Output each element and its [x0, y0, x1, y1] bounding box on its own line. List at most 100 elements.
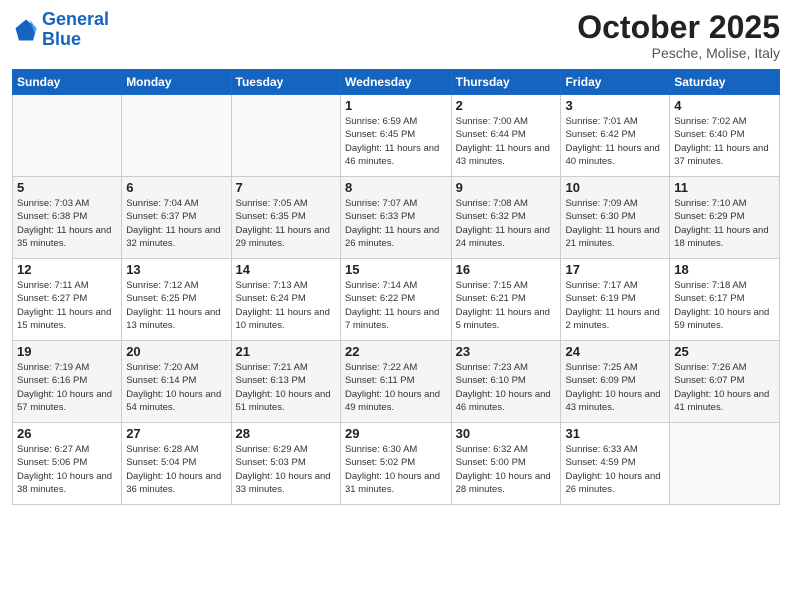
day-number: 21: [236, 344, 336, 359]
weekday-header: Tuesday: [231, 70, 340, 95]
weekday-header: Saturday: [670, 70, 780, 95]
day-info: Sunrise: 7:14 AM Sunset: 6:22 PM Dayligh…: [345, 279, 447, 332]
calendar-day-cell: 10 Sunrise: 7:09 AM Sunset: 6:30 PM Dayli…: [561, 177, 670, 259]
day-info: Sunrise: 7:17 AM Sunset: 6:19 PM Dayligh…: [565, 279, 665, 332]
calendar-day-cell: 4Sunrise: 7:02 AM Sunset: 6:40 PM Daylig…: [670, 95, 780, 177]
calendar-day-cell: 8 Sunrise: 7:07 AM Sunset: 6:33 PM Daylig…: [340, 177, 451, 259]
calendar-week-row: 26 Sunrise: 6:27 AM Sunset: 5:06 PM Dayli…: [13, 423, 780, 505]
day-info: Sunrise: 7:15 AM Sunset: 6:21 PM Dayligh…: [456, 279, 557, 332]
day-number: 8: [345, 180, 447, 195]
calendar-day-cell: 12 Sunrise: 7:11 AM Sunset: 6:27 PM Dayli…: [13, 259, 122, 341]
day-info: Sunrise: 7:13 AM Sunset: 6:24 PM Dayligh…: [236, 279, 336, 332]
day-info: Sunrise: 7:11 AM Sunset: 6:27 PM Dayligh…: [17, 279, 117, 332]
calendar-day-cell: 5 Sunrise: 7:03 AM Sunset: 6:38 PM Daylig…: [13, 177, 122, 259]
day-info: Sunrise: 7:22 AM Sunset: 6:11 PM Dayligh…: [345, 361, 447, 414]
calendar-day-cell: 31Sunrise: 6:33 AM Sunset: 4:59 PM Dayli…: [561, 423, 670, 505]
calendar-table: SundayMondayTuesdayWednesdayThursdayFrid…: [12, 69, 780, 505]
day-number: 27: [126, 426, 226, 441]
month-title: October 2025: [577, 10, 780, 45]
day-number: 29: [345, 426, 447, 441]
day-number: 22: [345, 344, 447, 359]
day-info: Sunrise: 7:21 AM Sunset: 6:13 PM Dayligh…: [236, 361, 336, 414]
calendar-day-cell: 3Sunrise: 7:01 AM Sunset: 6:42 PM Daylig…: [561, 95, 670, 177]
day-number: 5: [17, 180, 117, 195]
weekday-header: Sunday: [13, 70, 122, 95]
day-number: 19: [17, 344, 117, 359]
day-number: 11: [674, 180, 775, 195]
calendar-day-cell: 9 Sunrise: 7:08 AM Sunset: 6:32 PM Daylig…: [451, 177, 561, 259]
day-number: 18: [674, 262, 775, 277]
day-number: 24: [565, 344, 665, 359]
calendar-day-cell: 22 Sunrise: 7:22 AM Sunset: 6:11 PM Dayli…: [340, 341, 451, 423]
calendar-day-cell: 24 Sunrise: 7:25 AM Sunset: 6:09 PM Dayli…: [561, 341, 670, 423]
day-info: Sunrise: 7:20 AM Sunset: 6:14 PM Dayligh…: [126, 361, 226, 414]
calendar-day-cell: 30Sunrise: 6:32 AM Sunset: 5:00 PM Dayli…: [451, 423, 561, 505]
calendar-day-cell: 29 Sunrise: 6:30 AM Sunset: 5:02 PM Dayli…: [340, 423, 451, 505]
calendar-day-cell: 28 Sunrise: 6:29 AM Sunset: 5:03 PM Dayli…: [231, 423, 340, 505]
calendar-week-row: 12 Sunrise: 7:11 AM Sunset: 6:27 PM Dayli…: [13, 259, 780, 341]
day-info: Sunrise: 6:33 AM Sunset: 4:59 PM Dayligh…: [565, 443, 665, 496]
day-number: 2: [456, 98, 557, 113]
day-info: Sunrise: 6:59 AM Sunset: 6:45 PM Dayligh…: [345, 115, 447, 168]
calendar-day-cell: 13 Sunrise: 7:12 AM Sunset: 6:25 PM Dayli…: [122, 259, 231, 341]
day-info: Sunrise: 7:09 AM Sunset: 6:30 PM Dayligh…: [565, 197, 665, 250]
header: General Blue October 2025 Pesche, Molise…: [12, 10, 780, 61]
weekday-header: Wednesday: [340, 70, 451, 95]
calendar-day-cell: 27 Sunrise: 6:28 AM Sunset: 5:04 PM Dayli…: [122, 423, 231, 505]
calendar-day-cell: 16 Sunrise: 7:15 AM Sunset: 6:21 PM Dayli…: [451, 259, 561, 341]
day-info: Sunrise: 6:27 AM Sunset: 5:06 PM Dayligh…: [17, 443, 117, 496]
calendar-day-cell: 14 Sunrise: 7:13 AM Sunset: 6:24 PM Dayli…: [231, 259, 340, 341]
calendar-week-row: 1Sunrise: 6:59 AM Sunset: 6:45 PM Daylig…: [13, 95, 780, 177]
day-number: 10: [565, 180, 665, 195]
day-number: 17: [565, 262, 665, 277]
day-info: Sunrise: 6:30 AM Sunset: 5:02 PM Dayligh…: [345, 443, 447, 496]
logo: General Blue: [12, 10, 109, 50]
day-info: Sunrise: 7:25 AM Sunset: 6:09 PM Dayligh…: [565, 361, 665, 414]
day-number: 9: [456, 180, 557, 195]
calendar-day-cell: 6Sunrise: 7:04 AM Sunset: 6:37 PM Daylig…: [122, 177, 231, 259]
day-info: Sunrise: 7:05 AM Sunset: 6:35 PM Dayligh…: [236, 197, 336, 250]
weekday-header: Thursday: [451, 70, 561, 95]
day-info: Sunrise: 7:03 AM Sunset: 6:38 PM Dayligh…: [17, 197, 117, 250]
day-number: 28: [236, 426, 336, 441]
calendar-day-cell: 26 Sunrise: 6:27 AM Sunset: 5:06 PM Dayli…: [13, 423, 122, 505]
day-info: Sunrise: 6:32 AM Sunset: 5:00 PM Dayligh…: [456, 443, 557, 496]
calendar-day-cell: 19Sunrise: 7:19 AM Sunset: 6:16 PM Dayli…: [13, 341, 122, 423]
logo-icon: [12, 16, 40, 44]
day-info: Sunrise: 7:12 AM Sunset: 6:25 PM Dayligh…: [126, 279, 226, 332]
day-number: 20: [126, 344, 226, 359]
location-subtitle: Pesche, Molise, Italy: [577, 45, 780, 61]
day-info: Sunrise: 7:07 AM Sunset: 6:33 PM Dayligh…: [345, 197, 447, 250]
day-number: 7: [236, 180, 336, 195]
day-number: 13: [126, 262, 226, 277]
day-number: 12: [17, 262, 117, 277]
logo-text: General Blue: [42, 10, 109, 50]
weekday-header-row: SundayMondayTuesdayWednesdayThursdayFrid…: [13, 70, 780, 95]
weekday-header: Monday: [122, 70, 231, 95]
day-number: 25: [674, 344, 775, 359]
day-number: 15: [345, 262, 447, 277]
day-number: 14: [236, 262, 336, 277]
day-number: 26: [17, 426, 117, 441]
day-number: 4: [674, 98, 775, 113]
day-number: 16: [456, 262, 557, 277]
calendar-day-cell: 25 Sunrise: 7:26 AM Sunset: 6:07 PM Dayli…: [670, 341, 780, 423]
day-info: Sunrise: 7:04 AM Sunset: 6:37 PM Dayligh…: [126, 197, 226, 250]
day-info: Sunrise: 6:29 AM Sunset: 5:03 PM Dayligh…: [236, 443, 336, 496]
day-info: Sunrise: 7:26 AM Sunset: 6:07 PM Dayligh…: [674, 361, 775, 414]
day-number: 23: [456, 344, 557, 359]
day-info: Sunrise: 7:00 AM Sunset: 6:44 PM Dayligh…: [456, 115, 557, 168]
weekday-header: Friday: [561, 70, 670, 95]
day-info: Sunrise: 7:01 AM Sunset: 6:42 PM Dayligh…: [565, 115, 665, 168]
day-info: Sunrise: 6:28 AM Sunset: 5:04 PM Dayligh…: [126, 443, 226, 496]
calendar-day-cell: [122, 95, 231, 177]
calendar-day-cell: 17 Sunrise: 7:17 AM Sunset: 6:19 PM Dayli…: [561, 259, 670, 341]
calendar-container: General Blue October 2025 Pesche, Molise…: [0, 0, 792, 612]
calendar-day-cell: [670, 423, 780, 505]
day-info: Sunrise: 7:10 AM Sunset: 6:29 PM Dayligh…: [674, 197, 775, 250]
calendar-day-cell: [13, 95, 122, 177]
day-info: Sunrise: 7:08 AM Sunset: 6:32 PM Dayligh…: [456, 197, 557, 250]
calendar-week-row: 19Sunrise: 7:19 AM Sunset: 6:16 PM Dayli…: [13, 341, 780, 423]
calendar-day-cell: 18Sunrise: 7:18 AM Sunset: 6:17 PM Dayli…: [670, 259, 780, 341]
calendar-day-cell: 15 Sunrise: 7:14 AM Sunset: 6:22 PM Dayli…: [340, 259, 451, 341]
